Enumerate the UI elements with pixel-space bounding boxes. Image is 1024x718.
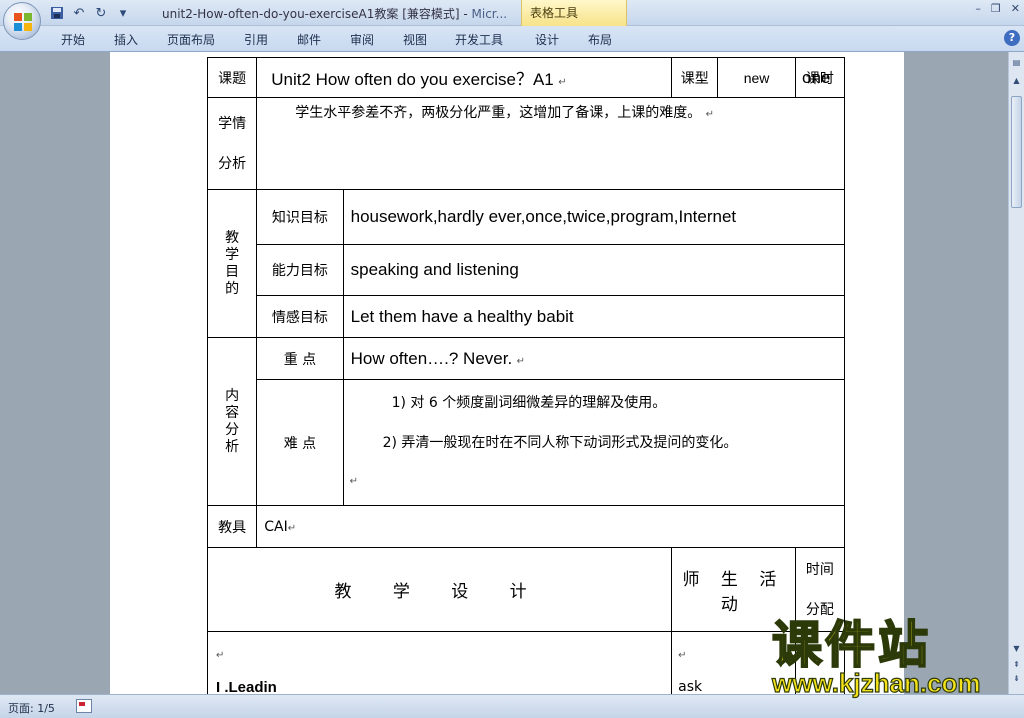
tab-insert[interactable]: 插入 [114, 31, 138, 48]
document-title: unit2-How-often-do-you-exerciseA1教案 [兼容模… [162, 7, 472, 21]
help-icon[interactable]: ? [1004, 30, 1020, 46]
previous-page-icon[interactable]: ⇞ [1011, 658, 1022, 671]
undo-icon[interactable]: ↶ [70, 4, 88, 22]
content-label: 内容分析 [206, 337, 258, 506]
ability-goal-value: speaking and listening [350, 260, 519, 279]
office-logo-icon [14, 13, 32, 31]
tab-home[interactable]: 开始 [61, 31, 85, 48]
analysis-label-cell: 学情 分析 [206, 97, 258, 190]
emotion-goal-cell[interactable]: Let them have a healthy babit [342, 295, 846, 338]
next-page-icon[interactable]: ⇟ [1011, 672, 1022, 685]
table-row: ↵ I .Leadin ↵ ask [206, 631, 846, 694]
window-title: unit2-How-often-do-you-exerciseA1教案 [兼容模… [162, 5, 507, 22]
leadin-heading: I .Leadin [216, 679, 277, 694]
table-row: 难 点 1) 对 6 个频度副词细微差异的理解及使用。 2) 弄清一般现在时在不… [208, 379, 846, 506]
left-workspace [0, 52, 110, 694]
watermark-chinese: 课件站 [771, 616, 931, 674]
analysis-text: 学生水平参差不齐，两极分化严重，这增加了备课，上课的难度。 [295, 105, 702, 121]
tab-design[interactable]: 设计 [535, 31, 559, 48]
course-title-cell[interactable]: Unit2 How often do you exercise？A1 ↵ [256, 57, 673, 98]
table-row: 学情 分析 学生水平参差不齐，两极分化严重，这增加了备课，上课的难度。 ↵ [206, 97, 845, 190]
tab-layout[interactable]: 布局 [588, 31, 612, 48]
paragraph-mark: ↵ [349, 476, 358, 487]
course-type-value[interactable]: new [717, 57, 796, 98]
ability-goal-label: 能力目标 [256, 244, 344, 296]
analysis-label-line2: 分析 [218, 155, 247, 172]
restore-icon[interactable]: ❐ [991, 2, 1001, 15]
title-bar: ↶ ↻ ▾ unit2-How-often-do-you-exerciseA1教… [0, 0, 1024, 40]
course-period-value[interactable]: one [802, 68, 830, 88]
vertical-scrollbar[interactable]: ▤ ▲ ▼ ⇞ ⇟ [1008, 52, 1024, 694]
customize-icon[interactable]: ▾ [114, 4, 132, 22]
office-button[interactable] [3, 2, 41, 40]
tools-cell[interactable]: CAI↵ [256, 505, 845, 548]
table-row: 课题 Unit2 How often do you exercise？A1 ↵ … [206, 57, 846, 98]
analysis-label-line1: 学情 [218, 115, 247, 132]
tab-developer[interactable]: 开发工具 [455, 31, 503, 48]
tab-view[interactable]: 视图 [403, 31, 427, 48]
difficulty-label: 难 点 [256, 379, 344, 506]
table-row: 能力目标 speaking and listening [208, 244, 846, 296]
course-label: 课题 [206, 57, 258, 98]
difficulty-cell[interactable]: 1) 对 6 个频度副词细微差异的理解及使用。 2) 弄清一般现在时在不同人称下… [342, 379, 846, 506]
redo-icon[interactable]: ↻ [92, 4, 110, 22]
key-point-value: How often….? Never. [350, 348, 513, 368]
key-point-label: 重 点 [256, 337, 344, 380]
app-name: Micr... [471, 7, 508, 21]
emotion-goal-value: Let them have a healthy babit [350, 306, 574, 326]
tools-label: 教具 [206, 505, 258, 548]
course-type-label: 课型 [671, 57, 719, 98]
table-row: 教具 CAI↵ [206, 505, 845, 548]
tab-mailings[interactable]: 邮件 [297, 31, 321, 48]
design-label: 教 学 设 计 [206, 547, 673, 632]
context-tab-label: 表格工具 [530, 6, 579, 20]
paragraph-mark: ↵ [216, 650, 225, 661]
proofing-status-icon[interactable] [76, 699, 92, 713]
table-row: 内容分析 重 点 How often….? Never. ↵ [206, 337, 846, 506]
quick-access-toolbar: ↶ ↻ ▾ [48, 3, 132, 23]
table-row: 教 学 设 计 师 生 活 动 时间 分配 [206, 547, 846, 632]
watermark-url: www.kjzhan.com [771, 667, 981, 698]
course-title: Unit2 How often do you exercise？A1 [271, 70, 554, 89]
knowledge-goal-value: housework,hardly ever,once,twice,program… [350, 207, 737, 226]
save-icon[interactable] [48, 4, 66, 22]
window-controls: – ❐ ✕ [975, 2, 1020, 15]
key-point-cell[interactable]: How often….? Never. ↵ [342, 337, 846, 380]
design-body-cell[interactable]: ↵ I .Leadin [206, 631, 673, 694]
table-row: 教学目的 知识目标 housework,hardly ever,once,twi… [206, 189, 846, 338]
site-watermark: 课件站 www.kjzhan.com [771, 616, 1007, 699]
page-counter[interactable]: 页面: 1/5 [8, 700, 55, 716]
right-workspace [904, 52, 1008, 694]
ruler-toggle-icon[interactable]: ▤ [1011, 56, 1022, 69]
tab-review[interactable]: 审阅 [350, 31, 374, 48]
tools-value: CAI [264, 518, 288, 535]
ribbon-tabs: 开始 插入 页面布局 引用 邮件 审阅 视图 开发工具 设计 布局 ? [0, 26, 1024, 52]
analysis-text-cell[interactable]: 学生水平参差不齐，两极分化严重，这增加了备课，上课的难度。 ↵ [256, 97, 845, 190]
table-row: 情感目标 Let them have a healthy babit [208, 295, 846, 338]
ability-goal-cell[interactable]: speaking and listening [342, 244, 846, 296]
goals-label: 教学目的 [206, 189, 258, 338]
time-label-line1: 时间 [805, 561, 834, 578]
difficulty-item-2: 2) 弄清一般现在时在不同人称下动词形式及提问的变化。 [382, 435, 738, 451]
knowledge-goal-cell[interactable]: housework,hardly ever,once,twice,program… [342, 189, 846, 245]
lesson-plan-table: 课题 Unit2 How often do you exercise？A1 ↵ … [206, 57, 846, 694]
table-tools-context-tab: 表格工具 [521, 0, 627, 26]
scroll-thumb[interactable] [1011, 96, 1022, 208]
tab-references[interactable]: 引用 [244, 31, 268, 48]
scroll-up-icon[interactable]: ▲ [1011, 74, 1022, 87]
tab-page-layout[interactable]: 页面布局 [167, 31, 215, 48]
difficulty-item-1: 1) 对 6 个频度副词细微差异的理解及使用。 [391, 395, 667, 411]
emotion-goal-label: 情感目标 [256, 295, 344, 338]
minimize-icon[interactable]: – [975, 2, 981, 15]
knowledge-goal-label: 知识目标 [256, 189, 344, 245]
document-page[interactable]: 课题 Unit2 How often do you exercise？A1 ↵ … [110, 52, 904, 694]
close-icon[interactable]: ✕ [1011, 2, 1020, 15]
scroll-down-icon[interactable]: ▼ [1011, 642, 1022, 655]
